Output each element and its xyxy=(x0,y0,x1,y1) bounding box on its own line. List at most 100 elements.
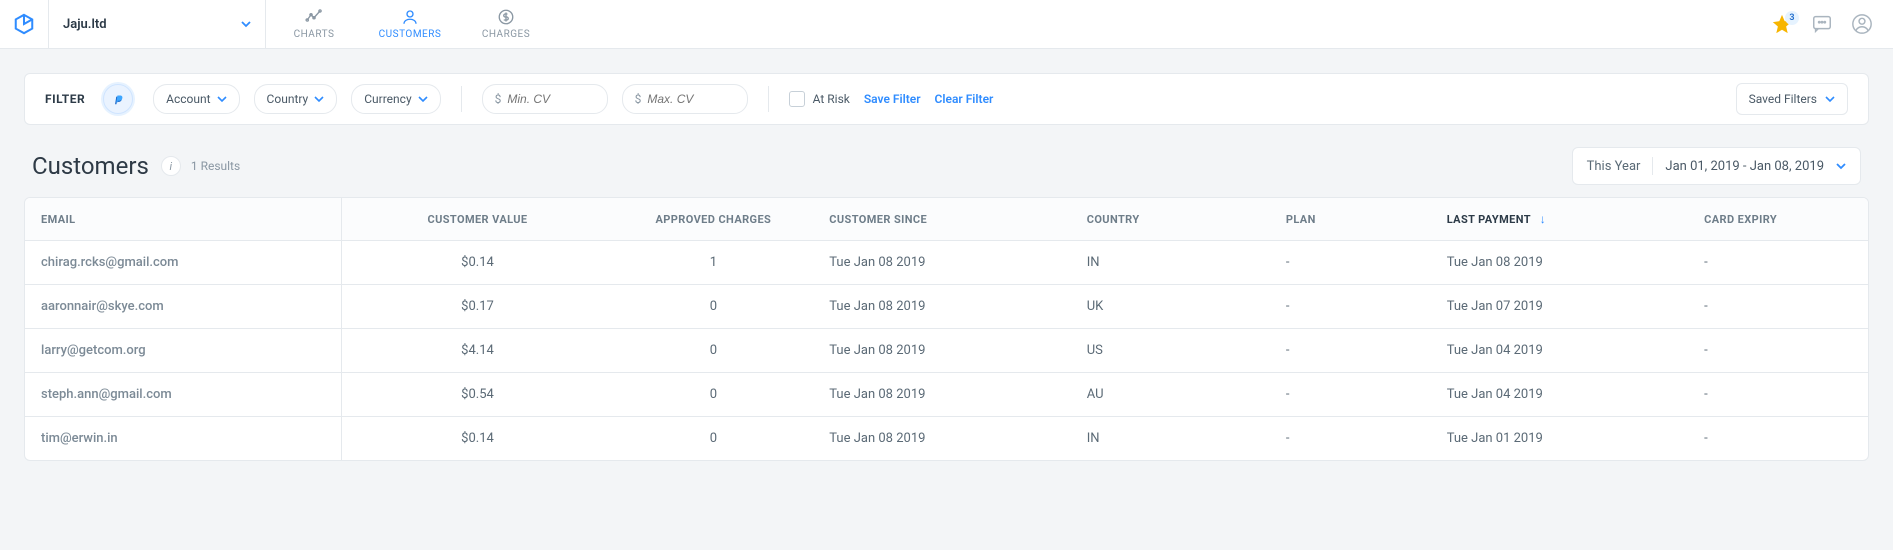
brand-logo[interactable] xyxy=(0,0,49,48)
page-heading-row: Customers i 1 Results This Year Jan 01, … xyxy=(32,147,1861,185)
nav-tab-customers[interactable]: CUSTOMERS xyxy=(362,0,458,48)
cell-customer-value: $0.54 xyxy=(341,373,613,417)
cell-email: chirag.rcks@gmail.com xyxy=(25,241,341,285)
filter-country-dropdown[interactable]: Country xyxy=(254,84,338,114)
chat-icon[interactable] xyxy=(1811,13,1833,35)
save-filter-button[interactable]: Save Filter xyxy=(864,92,921,106)
cell-country: IN xyxy=(1071,417,1270,461)
col-email[interactable]: EMAIL xyxy=(25,198,341,241)
col-plan[interactable]: PLAN xyxy=(1270,198,1431,241)
nav-tab-label: CUSTOMERS xyxy=(379,29,442,40)
payment-provider-paypal[interactable] xyxy=(103,84,133,114)
filter-currency-dropdown[interactable]: Currency xyxy=(351,84,440,114)
cell-plan: - xyxy=(1270,285,1431,329)
cell-card-expiry: - xyxy=(1688,241,1868,285)
col-country[interactable]: COUNTRY xyxy=(1071,198,1270,241)
cell-customer-since: Tue Jan 08 2019 xyxy=(813,241,1070,285)
at-risk-label: At Risk xyxy=(813,92,850,106)
info-icon[interactable]: i xyxy=(161,156,181,176)
cell-approved-charges: 0 xyxy=(613,373,813,417)
charts-icon xyxy=(305,8,323,26)
cell-customer-since: Tue Jan 08 2019 xyxy=(813,329,1070,373)
cell-email: steph.ann@gmail.com xyxy=(25,373,341,417)
clear-filter-button[interactable]: Clear Filter xyxy=(935,92,994,106)
max-cv-field[interactable] xyxy=(645,91,717,107)
sort-desc-icon: ↓ xyxy=(1540,212,1546,226)
cell-customer-value: $0.14 xyxy=(341,417,613,461)
saved-filters-dropdown[interactable]: Saved Filters xyxy=(1736,83,1848,115)
cell-customer-since: Tue Jan 08 2019 xyxy=(813,417,1070,461)
account-switch[interactable]: Jaju.ltd xyxy=(49,0,266,48)
account-name: Jaju.ltd xyxy=(63,17,107,32)
cell-card-expiry: - xyxy=(1688,373,1868,417)
col-customer-since[interactable]: CUSTOMER SINCE xyxy=(813,198,1070,241)
results-count: 1 Results xyxy=(191,159,240,173)
separator xyxy=(461,86,462,112)
cell-customer-value: $0.14 xyxy=(341,241,613,285)
cell-email: tim@erwin.in xyxy=(25,417,341,461)
table-row[interactable]: larry@getcom.org$4.140Tue Jan 08 2019US-… xyxy=(25,329,1868,373)
cell-customer-value: $4.14 xyxy=(341,329,613,373)
cell-approved-charges: 0 xyxy=(613,417,813,461)
cell-plan: - xyxy=(1270,417,1431,461)
cell-approved-charges: 1 xyxy=(613,241,813,285)
cell-approved-charges: 0 xyxy=(613,329,813,373)
nav-tab-label: CHARGES xyxy=(482,29,530,40)
filter-account-dropdown[interactable]: Account xyxy=(153,84,239,114)
currency-symbol: $ xyxy=(635,92,642,106)
chevron-down-icon xyxy=(1825,94,1835,104)
table-row[interactable]: steph.ann@gmail.com$0.540Tue Jan 08 2019… xyxy=(25,373,1868,417)
table-row[interactable]: aaronnair@skye.com$0.170Tue Jan 08 2019U… xyxy=(25,285,1868,329)
chevron-down-icon xyxy=(314,94,324,104)
cell-approved-charges: 0 xyxy=(613,285,813,329)
saved-filters-label: Saved Filters xyxy=(1749,92,1817,106)
cell-last-payment: Tue Jan 07 2019 xyxy=(1431,285,1688,329)
separator xyxy=(1652,157,1653,175)
col-last-payment-label: LAST PAYMENT xyxy=(1447,213,1531,226)
customers-icon xyxy=(401,8,419,26)
profile-icon[interactable] xyxy=(1851,13,1873,35)
chevron-down-icon xyxy=(1836,161,1846,171)
charges-icon xyxy=(497,8,515,26)
cell-last-payment: Tue Jan 01 2019 xyxy=(1431,417,1688,461)
at-risk-toggle[interactable]: At Risk xyxy=(789,91,850,107)
cell-plan: - xyxy=(1270,241,1431,285)
favorites-count: 3 xyxy=(1785,11,1799,25)
nav-tab-charts[interactable]: CHARTS xyxy=(266,0,362,48)
checkbox-icon xyxy=(789,91,805,107)
cell-country: UK xyxy=(1071,285,1270,329)
date-range-value: Jan 01, 2019 - Jan 08, 2019 xyxy=(1665,159,1824,174)
cell-last-payment: Tue Jan 08 2019 xyxy=(1431,241,1688,285)
currency-symbol: $ xyxy=(495,92,502,106)
dropdown-label: Account xyxy=(166,92,210,106)
cell-customer-value: $0.17 xyxy=(341,285,613,329)
cell-customer-since: Tue Jan 08 2019 xyxy=(813,373,1070,417)
col-customer-value[interactable]: CUSTOMER VALUE xyxy=(341,198,613,241)
col-approved-charges[interactable]: APPROVED CHARGES xyxy=(613,198,813,241)
date-range-preset: This Year xyxy=(1587,159,1641,174)
nav-tab-label: CHARTS xyxy=(294,29,335,40)
date-range-picker[interactable]: This Year Jan 01, 2019 - Jan 08, 2019 xyxy=(1572,147,1861,185)
separator xyxy=(768,86,769,112)
nav-tab-charges[interactable]: CHARGES xyxy=(458,0,554,48)
cell-country: IN xyxy=(1071,241,1270,285)
cell-email: aaronnair@skye.com xyxy=(25,285,341,329)
table-row[interactable]: tim@erwin.in$0.140Tue Jan 08 2019IN-Tue … xyxy=(25,417,1868,461)
col-card-expiry[interactable]: CARD EXPIRY xyxy=(1688,198,1868,241)
col-last-payment[interactable]: LAST PAYMENT ↓ xyxy=(1431,198,1688,241)
cell-customer-since: Tue Jan 08 2019 xyxy=(813,285,1070,329)
min-cv-input[interactable]: $ xyxy=(482,84,608,114)
min-cv-field[interactable] xyxy=(505,91,577,107)
paypal-icon xyxy=(111,92,125,106)
chevron-down-icon xyxy=(241,19,251,29)
table-header-row: EMAIL CUSTOMER VALUE APPROVED CHARGES CU… xyxy=(25,198,1868,241)
cell-plan: - xyxy=(1270,373,1431,417)
cell-card-expiry: - xyxy=(1688,417,1868,461)
customers-table: EMAIL CUSTOMER VALUE APPROVED CHARGES CU… xyxy=(24,197,1869,461)
dropdown-label: Currency xyxy=(364,92,411,106)
max-cv-input[interactable]: $ xyxy=(622,84,748,114)
favorites-button[interactable]: 3 xyxy=(1771,13,1793,35)
table-row[interactable]: chirag.rcks@gmail.com$0.141Tue Jan 08 20… xyxy=(25,241,1868,285)
page-title: Customers xyxy=(32,152,149,180)
topbar: Jaju.ltd CHARTS CUSTOMERS CHARGES 3 xyxy=(0,0,1893,49)
